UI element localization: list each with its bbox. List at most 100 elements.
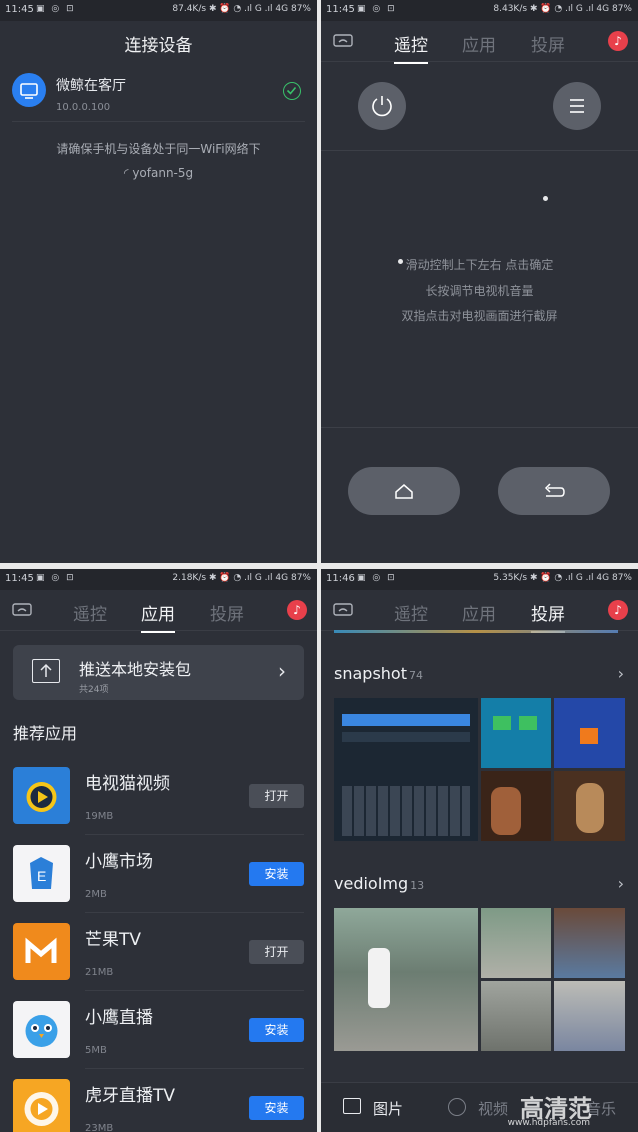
battery-level: 87% — [611, 4, 632, 14]
back-button[interactable] — [498, 467, 610, 515]
app-row: E 小鹰市场 2MB 安装 — [13, 845, 304, 923]
tab-remote[interactable]: 遥控 — [394, 31, 428, 64]
watermark-url: www.hdpfans.com — [507, 1118, 590, 1128]
tab-apps[interactable]: 应用 — [462, 600, 496, 625]
chevron-right-icon[interactable]: › — [618, 874, 624, 893]
app-size: 23MB — [85, 1123, 114, 1132]
connect-device-screen: 11:45 ▣ ◎ ⊡ 87.4K/s ✱ ⏰ ◔ .ıl G .ıl 4G 8… — [0, 0, 317, 563]
install-button[interactable]: 安装 — [249, 862, 304, 886]
eagle-live-app-icon[interactable] — [13, 1001, 70, 1058]
app-row: 芒果TV 21MB 打开 — [13, 923, 304, 1001]
tv-device-icon — [12, 73, 46, 107]
photo-thumbnail[interactable] — [334, 698, 478, 841]
status-bar: 11:45 ▣ ◎ ⊡ 87.4K/s ✱ ⏰ ◔ .ıl G .ıl 4G 8… — [0, 0, 317, 21]
status-bar: 11:45 ▣ ◎ ⊡ 8.43K/s ✱ ⏰ ◔ .ıl G .ıl 4G 8… — [321, 0, 638, 21]
tab-cast[interactable]: 投屏 — [210, 600, 244, 625]
power-button[interactable] — [358, 82, 406, 130]
status-bar: 11:45 ▣ ◎ ⊡ 2.18K/s ✱ ⏰ ◔ .ıl G .ıl 4G 8… — [0, 569, 317, 590]
open-button[interactable]: 打开 — [249, 784, 304, 808]
status-icons: ✱ ⏰ ◔ .ıl G .ıl 4G — [529, 573, 610, 583]
wifi-ssid: yofann-5g — [132, 166, 194, 180]
net-speed: 8.43K/s — [493, 4, 528, 14]
push-title: 推送本地安装包 — [79, 660, 192, 679]
notification-icons: ▣ ◎ ⊡ — [357, 4, 397, 14]
app-size: 2MB — [85, 889, 107, 900]
album-name: snapshot — [334, 664, 407, 683]
app-row: 虎牙直播TV 23MB 安装 — [13, 1079, 304, 1132]
tab-videos[interactable]: 视频 — [478, 1098, 508, 1119]
chevron-right-icon: › — [278, 659, 286, 683]
install-button[interactable]: 安装 — [249, 1018, 304, 1042]
wifi-note: 请确保手机与设备处于同一WiFi网络下 — [56, 142, 261, 156]
divider — [85, 990, 304, 991]
touch-hint: 双指点击对电视画面进行截屏 — [401, 309, 558, 323]
open-button[interactable]: 打开 — [249, 940, 304, 964]
tab-cast[interactable]: 投屏 — [531, 31, 565, 56]
video-thumbnail[interactable] — [481, 981, 551, 1051]
app-name: 芒果TV — [85, 930, 142, 950]
app-name: 电视猫视频 — [85, 774, 170, 794]
notification-icons: ▣ ◎ ⊡ — [36, 4, 76, 14]
section-title: 推荐应用 — [13, 724, 78, 743]
svg-text:E: E — [37, 868, 46, 884]
photo-thumbnail[interactable] — [481, 771, 551, 841]
tvcat-app-icon[interactable] — [13, 767, 70, 824]
music-note-icon[interactable]: ♪ — [608, 600, 628, 620]
tab-apps[interactable]: 应用 — [141, 600, 175, 633]
tv-connection-icon[interactable] — [333, 601, 353, 617]
device-name[interactable]: 微鲸在客厅 — [56, 75, 126, 95]
wifi-icon: ◜ — [123, 166, 129, 180]
power-icon — [372, 96, 392, 117]
music-note-icon[interactable]: ♪ — [608, 31, 628, 51]
photo-thumbnail[interactable] — [481, 698, 551, 768]
photo-thumbnail[interactable] — [554, 771, 625, 841]
tab-remote[interactable]: 遥控 — [73, 600, 107, 625]
home-button[interactable] — [348, 467, 460, 515]
photo-thumbnail[interactable] — [554, 698, 625, 768]
app-size: 5MB — [85, 1045, 107, 1056]
video-play-icon — [448, 1098, 466, 1116]
tab-apps[interactable]: 应用 — [462, 31, 496, 56]
touch-hint: 长按调节电视机音量 — [425, 284, 534, 298]
album-header[interactable]: vedioImg 13 — [334, 874, 424, 893]
net-speed: 87.4K/s — [172, 4, 207, 14]
mango-tv-app-icon[interactable] — [13, 923, 70, 980]
video-thumbnail[interactable] — [334, 908, 478, 1051]
battery-level: 87% — [290, 573, 311, 583]
tv-connection-icon[interactable] — [12, 601, 32, 617]
tab-remote[interactable]: 遥控 — [394, 600, 428, 625]
music-note-icon[interactable]: ♪ — [287, 600, 307, 620]
album-name: vedioImg — [334, 874, 409, 893]
wifi-ssid-row: ◜ yofann-5g — [0, 166, 317, 180]
tv-connection-icon[interactable] — [333, 32, 353, 48]
net-speed: 5.35K/s — [493, 573, 528, 583]
video-thumbnail[interactable] — [481, 908, 551, 978]
video-thumbnail[interactable] — [554, 908, 625, 978]
divider — [321, 427, 638, 428]
menu-button[interactable] — [553, 82, 601, 130]
status-icons: ✱ ⏰ ◔ .ıl G .ıl 4G — [208, 4, 289, 14]
app-row: 电视猫视频 19MB 打开 — [13, 767, 304, 845]
tab-bar: 遥控 应用 投屏 ♪ — [0, 590, 317, 633]
tab-bar: 遥控 应用 投屏 ♪ — [321, 590, 638, 633]
menu-icon — [570, 99, 584, 113]
touch-dot — [543, 196, 548, 201]
video-thumbnail[interactable] — [554, 981, 625, 1051]
album-header[interactable]: snapshot 74 — [334, 664, 423, 683]
tab-pictures[interactable]: 图片 — [373, 1098, 403, 1119]
chevron-right-icon[interactable]: › — [618, 664, 624, 683]
notification-icons: ▣ ◎ ⊡ — [357, 573, 397, 583]
push-local-package-button[interactable]: 推送本地安装包 共24项 › — [13, 645, 304, 700]
notification-icons: ▣ ◎ ⊡ — [36, 573, 76, 583]
status-right: 87.4K/s ✱ ⏰ ◔ .ıl G .ıl 4G 87% — [172, 4, 311, 14]
status-right: 2.18K/s ✱ ⏰ ◔ .ıl G .ıl 4G 87% — [172, 573, 311, 583]
touch-hint: 滑动控制上下左右 点击确定 — [405, 258, 554, 272]
device-ip: 10.0.0.100 — [56, 102, 111, 113]
back-icon — [544, 483, 565, 497]
divider — [85, 834, 304, 835]
divider — [12, 121, 305, 122]
install-button[interactable]: 安装 — [249, 1096, 304, 1120]
eagle-market-app-icon[interactable]: E — [13, 845, 70, 902]
huya-app-icon[interactable] — [13, 1079, 70, 1132]
tab-cast[interactable]: 投屏 — [531, 600, 565, 633]
